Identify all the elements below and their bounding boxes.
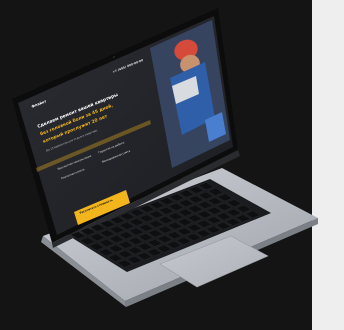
webcam <box>113 56 115 58</box>
laptop-photo: Флайкт +7 (495) 000-00-00 Сделаем ремонт… <box>12 8 318 307</box>
